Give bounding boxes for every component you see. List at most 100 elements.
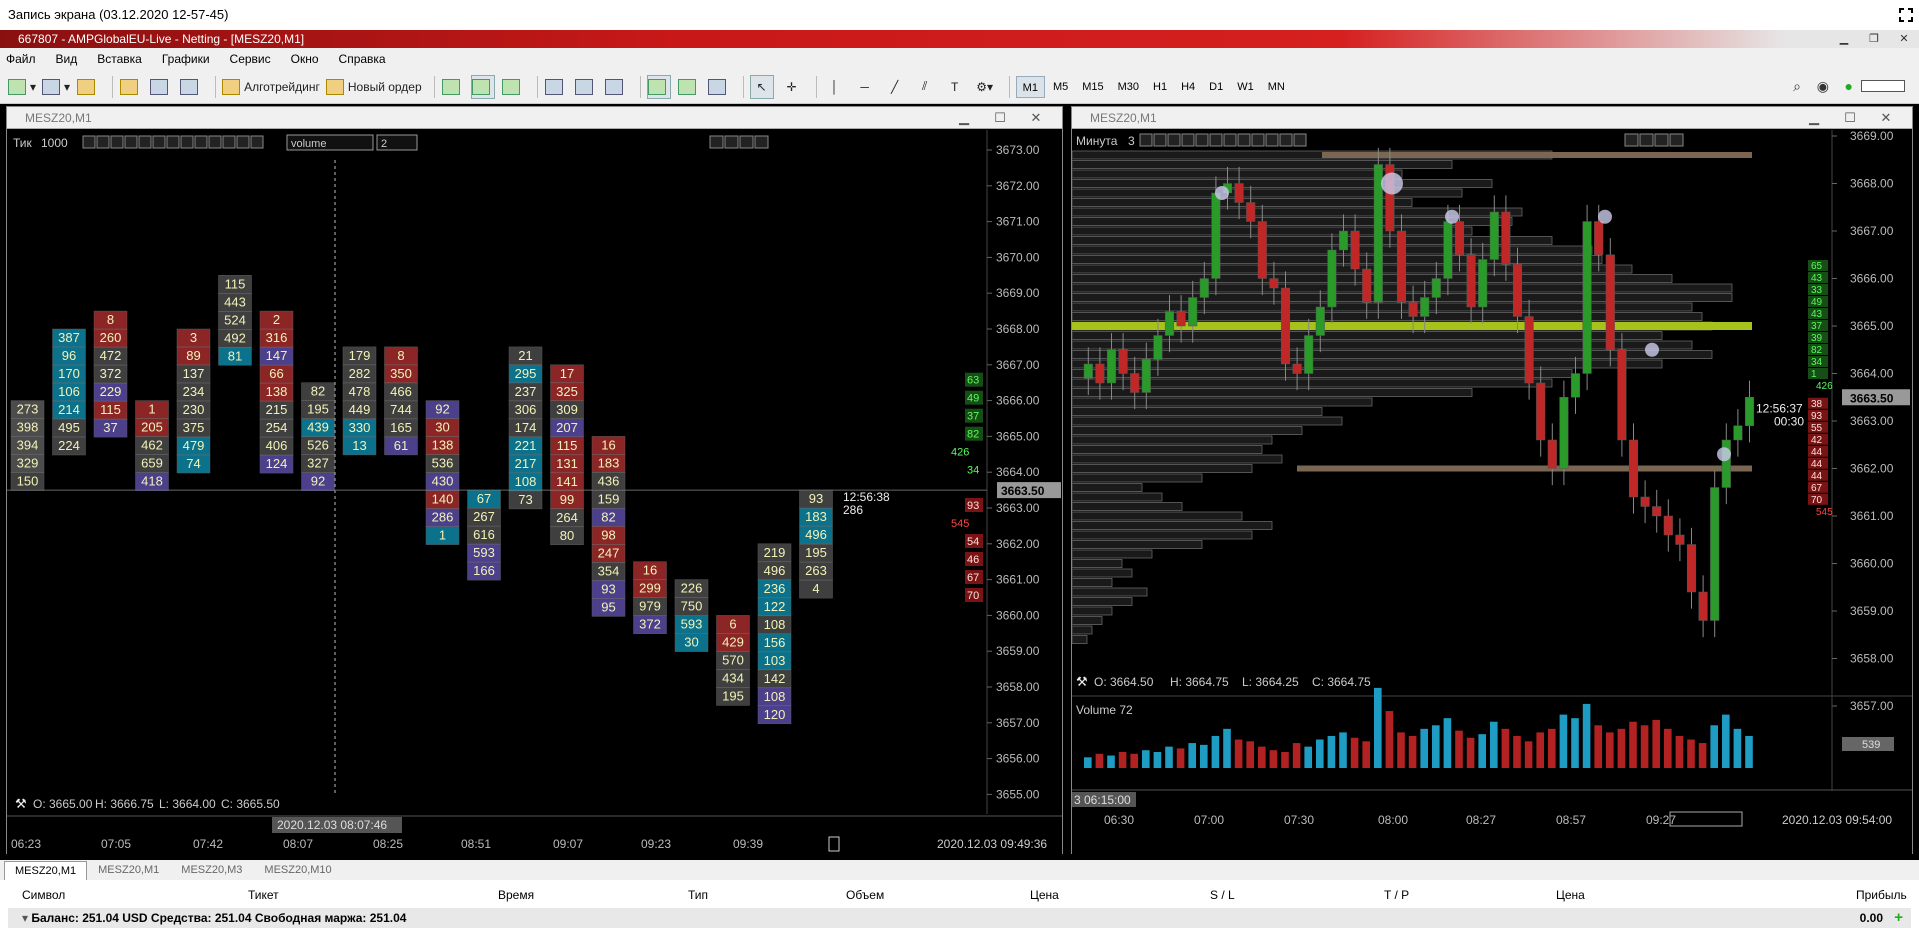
chart-tool-icon[interactable]	[236, 135, 250, 149]
big-trade-marker[interactable]	[1645, 342, 1659, 357]
candle[interactable]	[1582, 221, 1592, 374]
col-ticket[interactable]: Тикет	[248, 888, 279, 902]
menu-view[interactable]: Вид	[56, 52, 78, 66]
tab-mesz20-m3[interactable]: MESZ20,M3	[170, 860, 253, 880]
candle[interactable]	[1663, 515, 1673, 536]
tf-d1[interactable]: D1	[1203, 76, 1229, 98]
close-icon[interactable]: ✕	[1018, 107, 1054, 129]
menu-help[interactable]: Справка	[339, 52, 386, 66]
restore-icon[interactable]: ❐	[1859, 30, 1889, 48]
candle-profile-chart[interactable]: 3669.00 3668.00 3667.00 3666.00 3665.00 3664.…	[1072, 130, 1912, 854]
candle[interactable]	[1095, 363, 1105, 384]
trendline-button[interactable]: ╱	[883, 75, 907, 99]
menu-file[interactable]: Файл	[6, 52, 36, 66]
candle[interactable]	[1338, 230, 1349, 251]
candle[interactable]	[1594, 221, 1604, 255]
candle[interactable]	[1733, 425, 1743, 441]
candle[interactable]	[1489, 211, 1499, 260]
candle[interactable]	[1280, 287, 1291, 365]
candle[interactable]	[1466, 254, 1476, 308]
collapse-icon[interactable]: ▾	[22, 911, 31, 925]
chart-tool-icon[interactable]	[222, 135, 236, 149]
candle[interactable]	[1246, 202, 1256, 222]
autoscroll-button[interactable]	[646, 74, 671, 99]
candle[interactable]	[1478, 259, 1488, 308]
candle[interactable]	[1628, 439, 1639, 498]
candle[interactable]	[1559, 397, 1569, 469]
search-icon[interactable]: ⌕	[1793, 78, 1801, 95]
col-volume[interactable]: Объем	[846, 888, 884, 902]
chart-tool-icon[interactable]	[1209, 133, 1223, 147]
tf-m5[interactable]: M5	[1047, 76, 1074, 98]
candle[interactable]	[1350, 230, 1360, 270]
overlay-tool-icon[interactable]	[709, 135, 724, 149]
vertical-line-button[interactable]: │	[823, 75, 847, 99]
candle[interactable]	[1408, 302, 1418, 317]
col-profit[interactable]: Прибыль	[1856, 888, 1907, 902]
tile-windows-button[interactable]	[604, 75, 628, 99]
candle[interactable]	[1269, 278, 1279, 289]
candle[interactable]	[1512, 264, 1523, 317]
col-price2[interactable]: Цена	[1556, 888, 1585, 902]
expand-icon[interactable]	[1899, 8, 1913, 22]
candle[interactable]	[1605, 254, 1615, 350]
candle[interactable]	[1083, 363, 1093, 379]
bar-chart-button[interactable]	[441, 75, 465, 99]
chart-tool-icon[interactable]	[138, 135, 152, 149]
tf-w1[interactable]: W1	[1231, 76, 1260, 98]
footprint-chart[interactable]: Тик 1000 volume 2 3673.00 3672.00 3671.00 3670.…	[7, 130, 1062, 854]
tf-m15[interactable]: M15	[1076, 76, 1109, 98]
chart-tool-icon[interactable]	[82, 135, 96, 149]
minimize-icon[interactable]: ▁	[1829, 30, 1859, 48]
candle[interactable]	[1164, 311, 1175, 336]
crosshair-button[interactable]: ✛	[780, 75, 804, 99]
close-icon[interactable]: ✕	[1868, 107, 1904, 129]
menu-charts[interactable]: Графики	[162, 52, 210, 66]
overlay-tool-icon[interactable]	[739, 135, 754, 149]
candle[interactable]	[1652, 506, 1662, 517]
chart-tool-icon[interactable]	[1279, 133, 1293, 147]
chart-tool-icon[interactable]	[1265, 133, 1279, 147]
candle[interactable]	[1362, 268, 1372, 303]
candle[interactable]	[1744, 397, 1755, 426]
horizontal-line-button[interactable]: ─	[853, 75, 877, 99]
candle[interactable]	[1234, 183, 1244, 203]
indicators-button[interactable]	[707, 75, 731, 99]
overlay-tool-icon[interactable]	[1654, 133, 1669, 147]
candle[interactable]	[1698, 591, 1708, 621]
col-price[interactable]: Цена	[1030, 888, 1059, 902]
menu-tools[interactable]: Сервис	[230, 52, 271, 66]
maximize-icon[interactable]: ☐	[982, 107, 1018, 129]
chart-tool-icon[interactable]	[180, 135, 194, 149]
candle[interactable]	[1106, 349, 1117, 384]
add-icon[interactable]: +	[1894, 908, 1903, 928]
chart-tool-icon[interactable]	[194, 135, 208, 149]
market-watch-button[interactable]	[76, 75, 100, 99]
chart-tool-icon[interactable]	[96, 135, 110, 149]
candle[interactable]	[1570, 373, 1581, 398]
chart-tool-icon[interactable]	[110, 135, 124, 149]
menu-window[interactable]: Окно	[291, 52, 319, 66]
candle[interactable]	[1130, 373, 1140, 393]
chart-tool-icon[interactable]	[1251, 133, 1265, 147]
chart-tool-icon[interactable]	[1195, 133, 1209, 147]
candle[interactable]	[1536, 382, 1546, 441]
col-tp[interactable]: T / P	[1384, 888, 1409, 902]
col-type[interactable]: Тип	[688, 888, 708, 902]
big-trade-marker[interactable]	[1598, 209, 1612, 224]
candle[interactable]	[1199, 278, 1209, 298]
candle[interactable]	[1257, 221, 1267, 279]
text-button[interactable]: T	[943, 75, 967, 99]
candle[interactable]	[1327, 249, 1337, 308]
minimize-icon[interactable]: ▁	[946, 107, 982, 129]
chart-tool-icon[interactable]	[1153, 133, 1167, 147]
chart-tool-icon[interactable]	[1139, 133, 1153, 147]
candle[interactable]	[1292, 363, 1302, 374]
candle[interactable]	[1617, 349, 1627, 441]
candle[interactable]	[1315, 306, 1325, 336]
navigator-button[interactable]	[149, 75, 173, 99]
candle[interactable]	[1118, 349, 1128, 374]
chart-shift-button[interactable]	[677, 75, 701, 99]
chart-tool-icon[interactable]	[208, 135, 222, 149]
account-icon[interactable]: ◉	[1817, 78, 1829, 95]
